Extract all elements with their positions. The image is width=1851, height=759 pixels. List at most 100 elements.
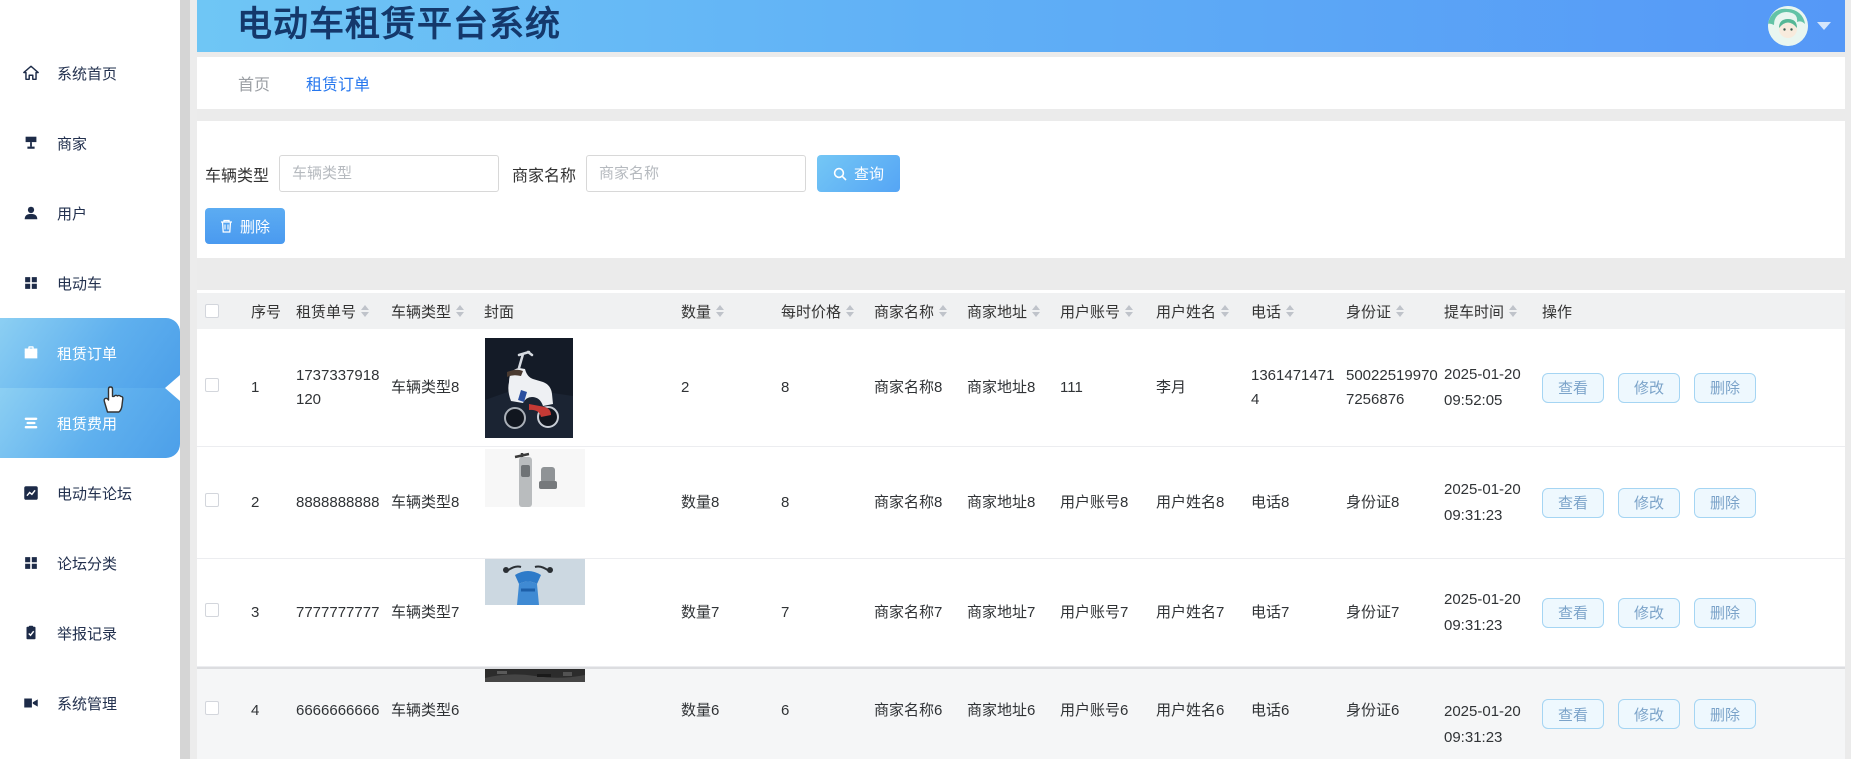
sort-icon[interactable] — [1221, 305, 1230, 317]
delete-button[interactable]: 删除 — [1694, 699, 1756, 729]
cell-hourly-price: 7 — [781, 603, 790, 621]
cell-pickup-time: 2025-01-20 09:31:23 — [1444, 703, 1521, 746]
sidebar-item-label: 用户 — [57, 205, 88, 223]
row-checkbox[interactable] — [205, 492, 219, 507]
table-row: 4 6666666666 车辆类型6 数量6 6 商家名称6 商家地址6 用户账号6 用户姓名6… — [197, 667, 1845, 759]
column-header-phone[interactable]: 电话 — [1247, 301, 1342, 322]
cell-index: 2 — [251, 493, 260, 511]
cell-user-account: 用户账号7 — [1060, 603, 1129, 621]
sort-icon[interactable] — [939, 305, 948, 317]
cell-user-name: 用户姓名7 — [1156, 603, 1225, 621]
merchant-name-input[interactable] — [586, 155, 807, 192]
cell-merchant-address: 商家地址7 — [967, 603, 1036, 621]
report-icon — [22, 624, 40, 642]
sort-icon[interactable] — [1509, 305, 1518, 317]
delete-button[interactable]: 删除 — [1694, 487, 1756, 518]
column-header-user_name[interactable]: 用户姓名 — [1152, 301, 1247, 322]
sidebar-item-ebike-forum[interactable]: 电动车论坛 — [0, 458, 180, 528]
sidebar-item-ebike[interactable]: 电动车 — [0, 248, 180, 318]
cell-id-card: 身份证6 — [1346, 702, 1400, 719]
column-header-user_account[interactable]: 用户账号 — [1056, 301, 1152, 322]
cell-phone: 电话8 — [1251, 493, 1290, 511]
column-header-merchant_address[interactable]: 商家地址 — [963, 301, 1056, 322]
cell-phone: 13614714714 — [1251, 366, 1335, 408]
sort-icon[interactable] — [1286, 305, 1295, 317]
top-header-bar: 电动车租赁平台系统 — [197, 0, 1845, 52]
tab-rental-order[interactable]: 租赁订单 — [306, 71, 370, 95]
user-icon — [22, 204, 40, 222]
cell-id-card: 身份证8 — [1346, 493, 1400, 511]
cell-quantity: 数量7 — [681, 603, 720, 621]
column-header-vehicle_type[interactable]: 车辆类型 — [387, 301, 480, 322]
sidebar-item-system-home[interactable]: 系统首页 — [0, 38, 180, 108]
sidebar-item-merchant[interactable]: 商家 — [0, 108, 180, 178]
sidebar-item-report-record[interactable]: 举报记录 — [0, 598, 180, 668]
column-header-pickup_time[interactable]: 提车时间 — [1440, 301, 1538, 322]
column-header-id_card[interactable]: 身份证 — [1342, 301, 1440, 322]
table-row: 3 7777777777 车辆类型7 数量7 7 商家名称7 商家地址7 用户账号7 用户姓名7… — [197, 559, 1845, 667]
column-header-merchant_name[interactable]: 商家名称 — [870, 301, 963, 322]
select-all-checkbox[interactable] — [205, 304, 219, 318]
cell-order-no: 1737337918120 — [296, 366, 380, 408]
cell-hourly-price: 8 — [781, 493, 790, 511]
column-header-index: 序号 — [251, 303, 282, 321]
sort-icon[interactable] — [846, 305, 855, 317]
sidebar-item-user[interactable]: 用户 — [0, 178, 180, 248]
edit-button[interactable]: 修改 — [1618, 372, 1680, 403]
sidebar-scrollbar[interactable] — [180, 0, 197, 759]
cell-merchant-address: 商家地址8 — [967, 378, 1036, 396]
sidebar-item-label: 商家 — [57, 135, 88, 153]
row-checkbox[interactable] — [205, 602, 219, 617]
sidebar-item-forum-category[interactable]: 论坛分类 — [0, 528, 180, 598]
column-header-hourly_price[interactable]: 每时价格 — [777, 301, 870, 322]
cell-index: 1 — [251, 378, 260, 396]
row-checkbox[interactable] — [205, 377, 219, 392]
delete-button[interactable]: 删除 — [1694, 597, 1756, 628]
avatar[interactable] — [1768, 6, 1808, 46]
row-checkbox[interactable] — [205, 701, 219, 715]
sidebar-scrollbar-thumb[interactable] — [180, 0, 190, 759]
sidebar-item-label: 系统管理 — [57, 695, 118, 713]
column-header-order_no[interactable]: 租赁单号 — [292, 301, 387, 322]
cell-vehicle-type: 车辆类型7 — [391, 603, 460, 621]
tab-home[interactable]: 首页 — [238, 71, 270, 95]
vehicle-type-input[interactable] — [279, 155, 500, 192]
orders-table: 序号 租赁单号 车辆类型 封面 数量 每时价格 商家名称 商家地址 用户账号 用户姓名 电话 身份证提… — [197, 290, 1845, 759]
delete-button[interactable]: 删除 — [1694, 372, 1756, 403]
cell-merchant-name: 商家名称6 — [874, 702, 943, 719]
edit-button[interactable]: 修改 — [1618, 487, 1680, 518]
cell-quantity: 2 — [681, 378, 690, 396]
table-row: 2 8888888888 车辆类型8 数量8 8 商家名称8 商家地址8 用户账号8 用户姓名8… — [197, 447, 1845, 559]
sort-icon[interactable] — [1032, 305, 1041, 317]
page-title: 电动车租赁平台系统 — [237, 5, 562, 44]
user-menu[interactable] — [1768, 6, 1831, 46]
view-button[interactable]: 查看 — [1542, 699, 1604, 729]
table-body: 1 1737337918120 车辆类型8 2 8 商家名称8 商家地址8 111 李月 1361… — [197, 329, 1845, 759]
cell-id-card: 500225199707256876 — [1346, 366, 1438, 408]
sort-icon[interactable] — [716, 305, 725, 317]
cell-user-account: 用户账号8 — [1060, 493, 1129, 511]
sidebar-item-rental-fee[interactable]: 租赁费用 — [0, 388, 180, 458]
sidebar-item-rental-order[interactable]: 租赁订单 — [0, 318, 180, 401]
column-header-quantity[interactable]: 数量 — [677, 301, 777, 322]
vehicle-cover-image — [480, 337, 677, 438]
table-row: 1 1737337918120 车辆类型8 2 8 商家名称8 商家地址8 111 李月 1361… — [197, 329, 1845, 447]
edit-button[interactable]: 修改 — [1618, 699, 1680, 729]
search-button[interactable]: 查询 — [817, 155, 901, 192]
view-button[interactable]: 查看 — [1542, 372, 1604, 403]
chevron-down-icon[interactable] — [1817, 22, 1831, 30]
vehicle-cover-image — [480, 449, 677, 507]
cell-vehicle-type: 车辆类型6 — [391, 702, 460, 719]
view-button[interactable]: 查看 — [1542, 487, 1604, 518]
sidebar-item-system-manage[interactable]: 系统管理 — [0, 668, 180, 738]
cell-quantity: 数量8 — [681, 493, 720, 511]
sort-icon[interactable] — [456, 305, 465, 317]
view-button[interactable]: 查看 — [1542, 597, 1604, 628]
sort-icon[interactable] — [1125, 305, 1134, 317]
sort-icon[interactable] — [1396, 305, 1405, 317]
cell-actions: 查看 修改 删除 — [1538, 597, 1845, 628]
cell-merchant-address: 商家地址6 — [967, 702, 1036, 719]
bulk-delete-button[interactable]: 删除 — [205, 208, 286, 244]
sort-icon[interactable] — [361, 305, 370, 317]
edit-button[interactable]: 修改 — [1618, 597, 1680, 628]
